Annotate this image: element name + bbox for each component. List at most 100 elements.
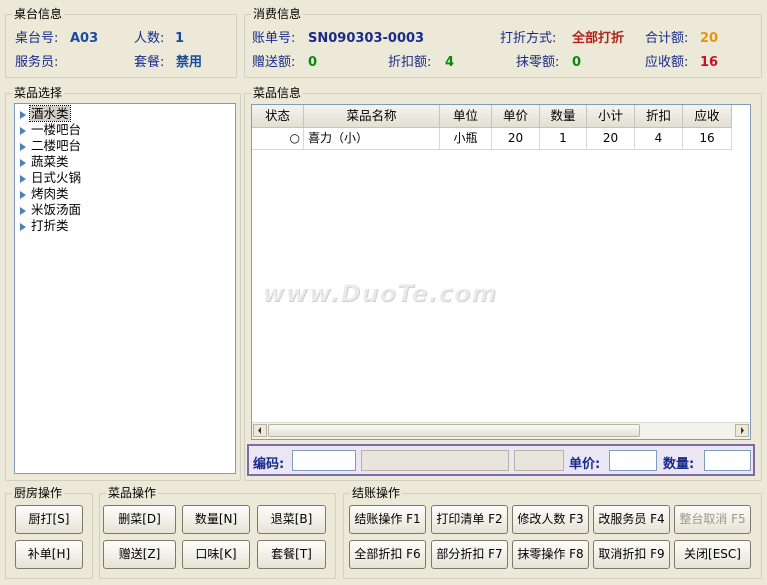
change-waiter-button[interactable]: 改服务员 F4 [593,505,670,534]
taste-button[interactable]: 口味[K] [182,540,250,569]
table-no-value: A03 [70,31,99,46]
expand-arrow-icon[interactable] [20,190,26,199]
kitchen-print-button[interactable]: 厨打[S] [15,505,83,534]
quantity-button[interactable]: 数量[N] [182,505,250,534]
total-label: 合计额: [645,31,689,46]
total-value: 20 [700,31,719,46]
supplement-order-button[interactable]: 补单[H] [15,540,83,569]
tree-item-label: 打折类 [31,218,69,233]
change-people-button[interactable]: 修改人数 F3 [512,505,589,534]
tree-item-category[interactable]: 酒水类 [19,105,71,122]
tree-item-category[interactable]: 蔬菜类 [19,154,70,170]
waiter-label: 服务员: [15,55,59,70]
column-header-unit[interactable]: 单位 [440,105,492,127]
tree-item-label: 米饭汤面 [31,202,82,217]
table-no-label: 桌台号: [15,31,59,46]
expand-arrow-icon[interactable] [20,158,26,167]
code-label: 编码: [253,457,285,472]
people-value: 1 [175,31,185,46]
delete-dish-button[interactable]: 删菜[D] [103,505,176,534]
cell-discount: 4 [635,128,683,150]
receivable-value: 16 [700,55,719,70]
cell-unit: 小瓶 [440,128,492,150]
entry-bar: 编码: 单价: 数量: [247,444,755,476]
column-header-subtotal[interactable]: 小计 [587,105,635,127]
consumption-info-title: 消费信息 [251,7,304,21]
expand-arrow-icon[interactable] [20,174,26,183]
tree-item-category[interactable]: 一楼吧台 [19,122,82,138]
people-label: 人数: [134,31,165,46]
scroll-thumb[interactable] [268,424,640,437]
tree-item-label: 二楼吧台 [31,138,82,153]
cancel-discount-button[interactable]: 取消折扣 F9 [593,540,670,569]
tree-item-category[interactable]: 米饭汤面 [19,202,82,218]
horizontal-scrollbar[interactable] [252,422,750,439]
tree-item-label: 烤肉类 [31,186,69,201]
gift-button[interactable]: 赠送[Z] [103,540,176,569]
discount-mode-label: 打折方式: [500,31,557,46]
rounding-button[interactable]: 抹零操作 F8 [512,540,589,569]
tree-item-category[interactable]: 打折类 [19,218,70,234]
expand-arrow-icon[interactable] [20,222,26,231]
cell-receivable: 16 [683,128,732,150]
dish-ops-title: 菜品操作 [106,486,159,500]
cell-status: ○ [252,128,304,150]
category-tree[interactable]: 酒水类 一楼吧台 二楼吧台 蔬菜类 日式火锅 烤肉类 米饭汤面 打折类 [14,103,236,474]
bill-no-value: SN090303-0003 [308,31,425,46]
tree-item-category[interactable]: 二楼吧台 [19,138,82,154]
bill-no-label: 账单号: [252,31,296,46]
price-label: 单价: [569,457,601,472]
qty-input[interactable] [704,450,751,471]
checkout-ops-title: 结账操作 [350,486,403,500]
column-header-qty[interactable]: 数量 [540,105,587,127]
cell-qty: 1 [540,128,587,150]
tree-item-category[interactable]: 日式火锅 [19,170,82,186]
column-header-receivable[interactable]: 应收 [683,105,732,127]
kitchen-ops-title: 厨房操作 [12,486,65,500]
tree-item-label: 酒水类 [29,105,71,122]
dish-info-title: 菜品信息 [251,86,304,100]
gift-value: 0 [308,55,318,70]
discount-all-button[interactable]: 全部折扣 F6 [349,540,426,569]
expand-arrow-icon[interactable] [20,142,26,151]
expand-arrow-icon[interactable] [20,110,26,119]
column-header-name[interactable]: 菜品名称 [304,105,440,127]
receivable-label: 应收额: [645,55,689,70]
cell-name: 喜力（小） [304,128,440,150]
set-meal-button[interactable]: 套餐[T] [257,540,326,569]
column-header-price[interactable]: 单价 [492,105,540,127]
discount-mode-value: 全部打折 [572,31,625,46]
code-input[interactable] [292,450,356,471]
table-row[interactable]: ○ 喜力（小） 小瓶 20 1 20 4 16 [252,128,732,150]
cell-price: 20 [492,128,540,150]
column-header-discount[interactable]: 折扣 [635,105,683,127]
dish-grid[interactable]: 状态 菜品名称 单位 单价 数量 小计 折扣 应收 ○ 喜力（小） 小瓶 20 … [251,104,751,440]
checkout-button[interactable]: 结账操作 F1 [349,505,426,534]
qty-label: 数量: [663,457,695,472]
grid-header: 状态 菜品名称 单位 单价 数量 小计 折扣 应收 [252,105,732,128]
tree-item-category[interactable]: 烤肉类 [19,186,70,202]
expand-arrow-icon[interactable] [20,126,26,135]
gift-label: 赠送额: [252,55,296,70]
discount-amount-value: 4 [445,55,455,70]
table-info-title: 桌台信息 [12,7,65,21]
scroll-right-arrow-icon[interactable] [735,424,749,437]
dish-name-display [361,450,509,471]
cell-subtotal: 20 [587,128,635,150]
tree-item-label: 一楼吧台 [31,122,82,137]
column-header-status[interactable]: 状态 [252,105,304,127]
set-meal-label: 套餐: [134,55,165,70]
dish-select-title: 菜品选择 [12,86,65,100]
cancel-table-button[interactable]: 整台取消 F5 [674,505,751,534]
return-dish-button[interactable]: 退菜[B] [257,505,326,534]
price-input[interactable] [609,450,657,471]
set-meal-value: 禁用 [176,55,203,70]
close-button[interactable]: 关闭[ESC] [674,540,751,569]
print-list-button[interactable]: 打印清单 F2 [431,505,508,534]
discount-partial-button[interactable]: 部分折扣 F7 [431,540,508,569]
tree-item-label: 日式火锅 [31,170,82,185]
tree-item-label: 蔬菜类 [31,154,69,169]
discount-amount-label: 折扣额: [388,55,432,70]
expand-arrow-icon[interactable] [20,206,26,215]
scroll-left-arrow-icon[interactable] [253,424,267,437]
